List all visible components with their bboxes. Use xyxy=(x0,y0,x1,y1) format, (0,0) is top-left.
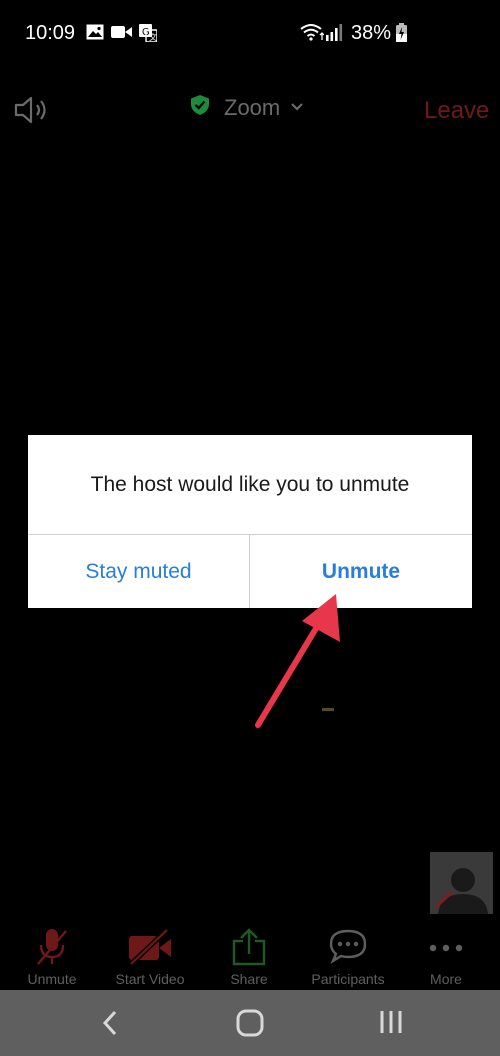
participants-button[interactable]: Participants xyxy=(298,920,398,990)
unmute-button[interactable]: Unmute xyxy=(2,920,102,990)
toolbar-label-more: More xyxy=(430,971,462,987)
toolbar-label-unmute: Unmute xyxy=(27,971,77,987)
participants-icon xyxy=(328,928,368,971)
back-icon[interactable] xyxy=(100,1008,120,1043)
toolbar-label-share: Share xyxy=(230,971,268,987)
more-icon xyxy=(428,940,464,958)
speaker-icon[interactable] xyxy=(14,95,50,130)
wifi-icon xyxy=(300,23,325,46)
status-time: 10:09 xyxy=(25,22,76,44)
more-button[interactable]: More xyxy=(396,920,496,990)
video-placeholder-mark xyxy=(322,708,334,711)
image-icon xyxy=(86,24,104,45)
unmute-request-dialog: The host would like you to unmute Stay m… xyxy=(28,435,472,608)
shield-check-icon xyxy=(190,94,210,121)
microphone-muted-icon xyxy=(34,928,70,971)
self-video-thumbnail[interactable] xyxy=(430,852,493,914)
share-icon xyxy=(231,928,267,971)
stay-muted-button[interactable]: Stay muted xyxy=(28,535,250,608)
video-camera-icon xyxy=(111,24,132,45)
status-bar: 10:09 G文 38% xyxy=(0,0,500,68)
svg-text:文: 文 xyxy=(149,32,157,42)
avatar-icon xyxy=(430,868,493,914)
meeting-header: Zoom Leave xyxy=(0,80,500,140)
meeting-title-dropdown[interactable]: Zoom xyxy=(190,94,304,121)
toolbar-label-start-video: Start Video xyxy=(115,971,185,987)
start-video-button[interactable]: Start Video xyxy=(100,920,200,990)
recents-icon[interactable] xyxy=(378,1008,404,1041)
translate-icon: G文 xyxy=(139,24,158,47)
signal-icon xyxy=(326,24,344,46)
battery-percent: 38% xyxy=(351,22,392,44)
annotation-arrow-icon xyxy=(248,590,348,735)
meeting-toolbar: Unmute Start Video Share Participants Mo… xyxy=(0,920,500,990)
share-button[interactable]: Share xyxy=(199,920,299,990)
meeting-title: Zoom xyxy=(224,94,281,120)
toolbar-label-participants: Participants xyxy=(311,971,385,987)
dialog-message: The host would like you to unmute xyxy=(28,435,472,535)
leave-button[interactable]: Leave xyxy=(424,97,489,125)
video-off-icon xyxy=(127,928,173,971)
battery-charging-icon xyxy=(396,23,407,47)
system-navigation-bar xyxy=(0,990,500,1056)
home-icon[interactable] xyxy=(236,1009,264,1042)
chevron-down-icon xyxy=(290,99,304,117)
